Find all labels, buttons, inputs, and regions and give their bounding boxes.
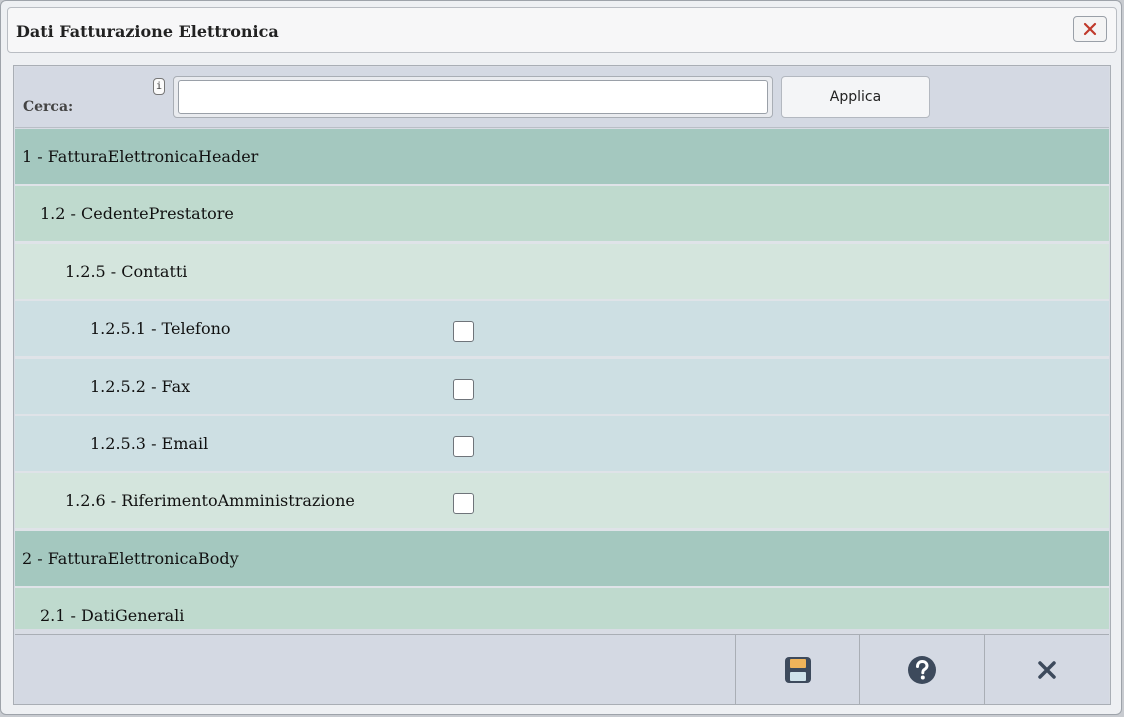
tree-row[interactable]: 1.2.5 - Contatti [15,243,1109,299]
tree-row-label: 2 - FatturaElettronicaBody [22,548,239,568]
tree-row-label: 1.2.5 - Contatti [65,261,188,281]
dialog-title: Dati Fatturazione Elettronica [16,22,279,41]
tree-row[interactable]: 2.1 - DatiGenerali [15,588,1109,629]
search-label: Cerca: [23,99,74,115]
tree-row-checkbox[interactable] [453,493,474,515]
tree-row-checkbox[interactable] [453,436,474,457]
close-icon [1083,22,1097,36]
info-icon[interactable]: i [153,78,165,95]
close-button[interactable] [984,635,1108,704]
search-input[interactable] [178,80,768,114]
tree-row-label: 1 - FatturaElettronicaHeader [22,147,259,166]
tree-row[interactable]: 1 - FatturaElettronicaHeader [15,129,1109,184]
tree-row-checkbox[interactable] [453,378,474,400]
tree-row[interactable]: 1.2.5.3 - Email [15,416,1109,471]
footer-toolbar [15,634,1109,704]
tree-row[interactable]: 1.2.5.2 - Fax [15,358,1109,414]
help-button[interactable] [859,635,983,704]
tree-row-label: 1.2.5.1 - Telefono [90,319,231,339]
tree-row[interactable]: 1.2.6 - RiferimentoAmministrazione [15,473,1109,529]
tree-row-label: 1.2 - CedentePrestatore [40,204,234,224]
tree-row-label: 1.2.5.2 - Fax [90,376,191,396]
content-panel: Cerca: i Applica 1 - FatturaElettronicaH… [13,65,1111,705]
tree-row-label: 2.1 - DatiGenerali [40,606,185,626]
tree-row[interactable]: 2 - FatturaElettronicaBody [15,530,1109,586]
tree-row[interactable]: 1.2 - CedentePrestatore [15,186,1109,242]
search-input-wrapper [173,76,773,118]
tree-row-checkbox[interactable] [453,321,474,343]
close-icon [1037,660,1056,679]
dialog-close-button[interactable] [1073,16,1107,42]
tree-list: 1 - FatturaElettronicaHeader 1.2 - Cedent… [15,129,1109,629]
save-icon [784,656,811,683]
dialog-titlebar: Dati Fatturazione Elettronica [7,7,1117,53]
tree-row-label: 1.2.5.3 - Email [90,434,209,453]
tree-row[interactable]: 1.2.5.1 - Telefono [15,301,1109,357]
search-bar: Cerca: i Applica [15,67,1109,128]
help-icon [907,655,936,684]
dialog-window: Dati Fatturazione Elettronica Cerca: i A… [0,0,1122,715]
save-button[interactable] [735,635,859,704]
tree-row-label: 1.2.6 - RiferimentoAmministrazione [65,491,355,511]
apply-button[interactable]: Applica [781,76,930,118]
